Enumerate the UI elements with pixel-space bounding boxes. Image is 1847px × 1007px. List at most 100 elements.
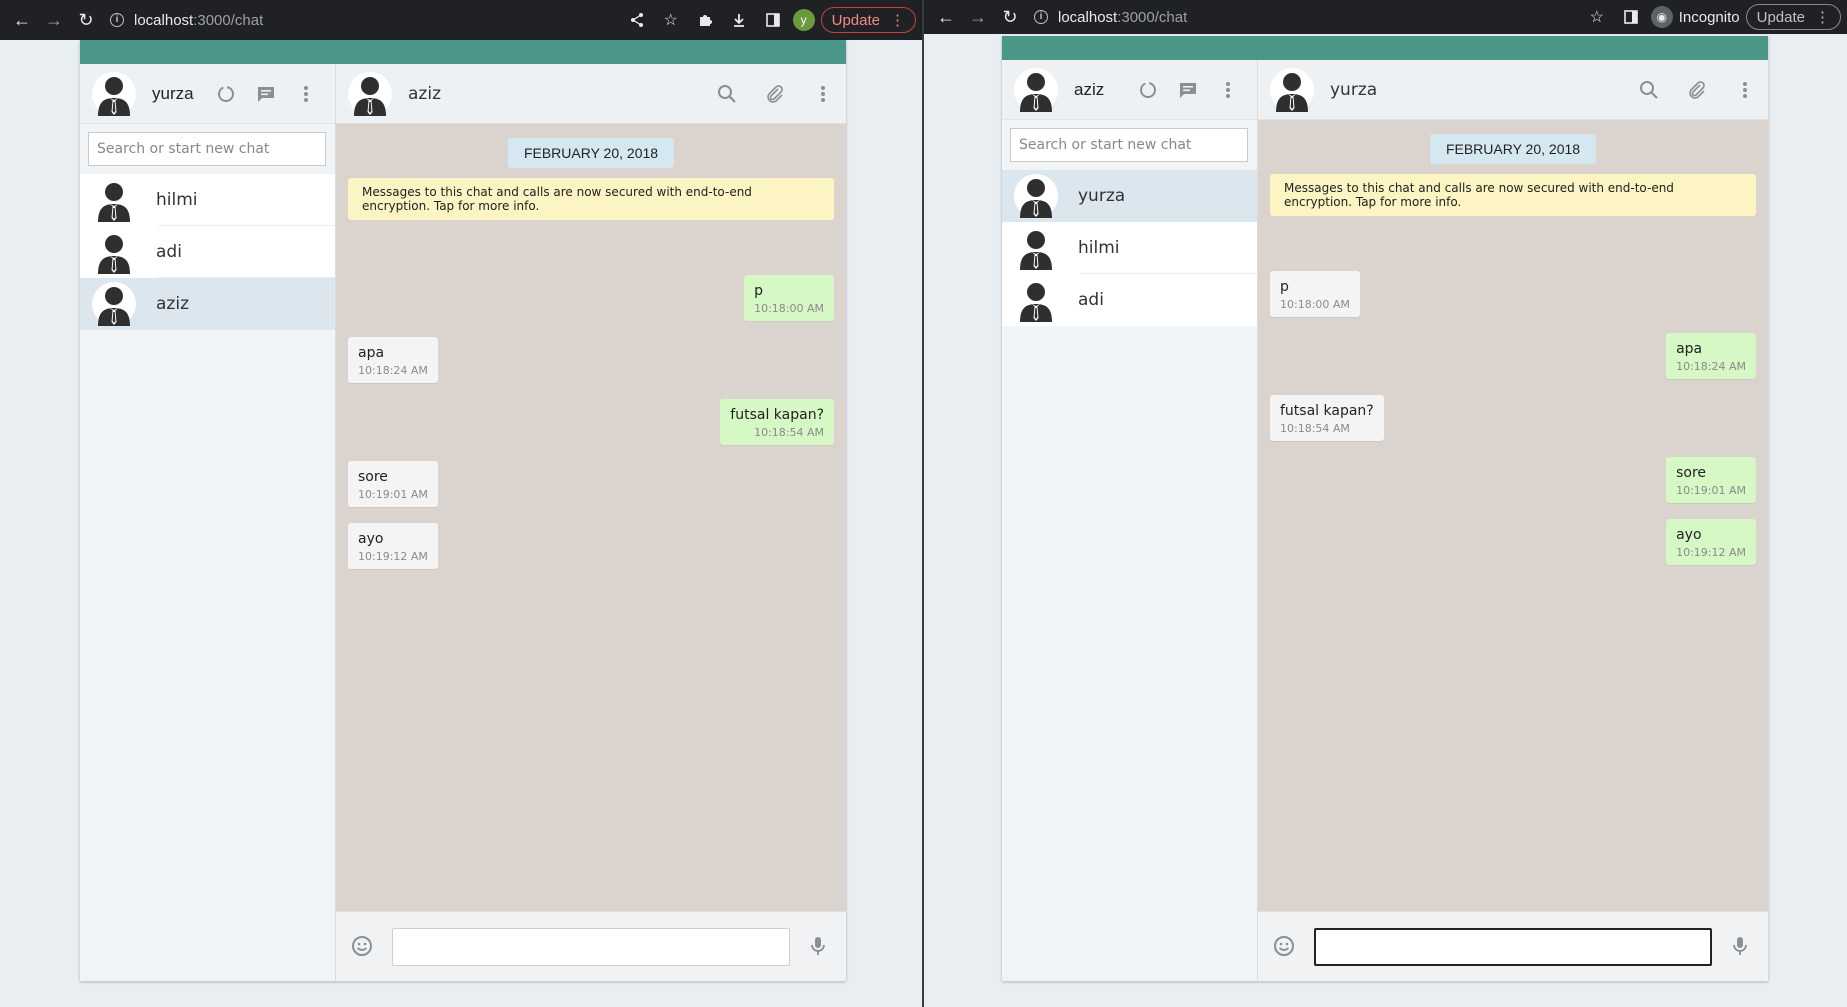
- contact-avatar: [92, 230, 136, 274]
- incognito-label: Incognito: [1678, 8, 1740, 26]
- back-arrow-icon[interactable]: ←: [6, 4, 38, 36]
- chat-panel: yurza FEBRUARY 20, 2018 Messages to this…: [1258, 60, 1768, 981]
- status-icon[interactable]: [1136, 78, 1160, 102]
- contact-name: hilmi: [1078, 238, 1120, 258]
- chat-partner-avatar[interactable]: [1270, 68, 1314, 112]
- contact-avatar: [1014, 278, 1058, 322]
- url-path: :3000/chat: [1117, 8, 1188, 26]
- message-input[interactable]: [1314, 928, 1712, 966]
- screen: ← → ↻ i localhost:3000/chat ☆ y Update …: [0, 0, 1847, 1007]
- search-icon[interactable]: [714, 81, 740, 107]
- message-bubble-incoming: sore 10:19:01 AM: [348, 461, 438, 507]
- new-chat-icon[interactable]: [254, 82, 278, 106]
- left-browser-toolbar: ← → ↻ i localhost:3000/chat ☆ y Update …: [0, 0, 922, 40]
- sidebar-header: yurza: [80, 64, 335, 124]
- contact-item[interactable]: adi: [1002, 274, 1257, 326]
- message-time: 10:18:24 AM: [1676, 360, 1746, 373]
- status-icon[interactable]: [214, 82, 238, 106]
- reload-icon[interactable]: ↻: [70, 4, 102, 36]
- message-text: apa: [358, 345, 385, 361]
- right-browser-window: ← → ↻ i localhost:3000/chat ☆ ◉ Incognit…: [924, 0, 1847, 1007]
- message-time: 10:18:24 AM: [358, 364, 428, 377]
- new-chat-icon[interactable]: [1176, 78, 1200, 102]
- message-time: 10:19:01 AM: [358, 488, 428, 501]
- chat-partner-name: aziz: [408, 83, 441, 104]
- contact-name: adi: [1078, 290, 1104, 310]
- contact-item-active[interactable]: yurza: [1002, 170, 1257, 222]
- message-time: 10:18:54 AM: [1280, 422, 1350, 435]
- chat-menu-icon[interactable]: [810, 81, 836, 107]
- update-label: Update: [1756, 8, 1805, 26]
- side-panel-icon[interactable]: [1617, 3, 1645, 31]
- message-bubble-incoming: ayo 10:19:12 AM: [348, 523, 438, 569]
- url-host: localhost: [134, 11, 194, 29]
- message-text: sore: [1676, 465, 1706, 481]
- contact-avatar: [1014, 226, 1058, 270]
- message-bubble-incoming: p 10:18:00 AM: [1270, 271, 1360, 317]
- contact-name: adi: [156, 242, 182, 262]
- message-text: futsal kapan?: [1280, 403, 1374, 419]
- emoji-icon[interactable]: [1272, 934, 1296, 958]
- forward-arrow-icon[interactable]: →: [962, 1, 994, 33]
- emoji-icon[interactable]: [350, 934, 374, 958]
- attach-icon[interactable]: [1684, 77, 1710, 103]
- microphone-icon[interactable]: [1728, 934, 1752, 958]
- forward-arrow-icon[interactable]: →: [38, 4, 70, 36]
- contact-avatar: [92, 282, 136, 326]
- side-panel-icon[interactable]: [759, 6, 787, 34]
- contact-name: aziz: [156, 294, 189, 314]
- message-time: 10:18:00 AM: [754, 302, 824, 315]
- download-icon[interactable]: [725, 6, 753, 34]
- search-input[interactable]: [88, 132, 326, 166]
- incognito-indicator[interactable]: ◉ Incognito: [1650, 6, 1740, 28]
- search-input[interactable]: [1010, 128, 1248, 162]
- incognito-icon: ◉: [1650, 6, 1673, 28]
- message-composer: [1258, 911, 1768, 981]
- message-text: ayo: [1676, 527, 1702, 543]
- contact-list: yurza hilmi adi: [1002, 170, 1257, 326]
- bookmark-star-icon[interactable]: ☆: [1583, 3, 1611, 31]
- address-bar[interactable]: i localhost:3000/chat: [110, 12, 263, 29]
- message-text: apa: [1676, 341, 1703, 357]
- microphone-icon[interactable]: [806, 934, 830, 958]
- chat-partner-avatar[interactable]: [348, 72, 392, 116]
- user-avatar[interactable]: [1014, 68, 1058, 112]
- extensions-icon[interactable]: [691, 6, 719, 34]
- message-bubble-incoming: futsal kapan? 10:18:54 AM: [1270, 395, 1384, 441]
- site-info-icon[interactable]: i: [1034, 10, 1048, 24]
- app-top-bar: [80, 40, 846, 64]
- chat-header: aziz: [336, 64, 846, 124]
- bookmark-star-icon[interactable]: ☆: [657, 6, 685, 34]
- attach-icon[interactable]: [762, 81, 788, 107]
- contact-item[interactable]: hilmi: [1002, 222, 1257, 274]
- contact-item[interactable]: adi: [80, 226, 335, 278]
- contact-avatar: [1014, 174, 1058, 218]
- chat-app: aziz yurza: [1002, 36, 1768, 981]
- profile-avatar[interactable]: y: [792, 9, 815, 31]
- chat-menu-icon[interactable]: [1732, 77, 1758, 103]
- current-user-name: aziz: [1074, 79, 1105, 99]
- chat-header: yurza: [1258, 60, 1768, 120]
- chat-panel: aziz FEBRUARY 20, 2018 Messages to this …: [336, 64, 846, 981]
- user-avatar[interactable]: [92, 72, 136, 116]
- contact-item[interactable]: hilmi: [80, 174, 335, 226]
- message-input[interactable]: [392, 928, 790, 966]
- encryption-notice[interactable]: Messages to this chat and calls are now …: [348, 178, 834, 220]
- search-icon[interactable]: [1636, 77, 1662, 103]
- menu-icon[interactable]: [1216, 78, 1240, 102]
- message-bubble-incoming: apa 10:18:24 AM: [348, 337, 438, 383]
- update-button[interactable]: Update ⋮: [820, 7, 916, 33]
- search-wrapper: [80, 124, 335, 174]
- address-bar[interactable]: i localhost:3000/chat: [1034, 9, 1187, 26]
- reload-icon[interactable]: ↻: [994, 1, 1026, 33]
- back-arrow-icon[interactable]: ←: [930, 1, 962, 33]
- sidebar-header: aziz: [1002, 60, 1257, 120]
- menu-icon[interactable]: [294, 82, 318, 106]
- site-info-icon[interactable]: i: [110, 13, 124, 27]
- chat-app: yurza hilmi: [80, 40, 846, 981]
- update-button[interactable]: Update ⋮: [1745, 4, 1841, 30]
- share-icon[interactable]: [623, 6, 651, 34]
- message-time: 10:18:00 AM: [1280, 298, 1350, 311]
- encryption-notice[interactable]: Messages to this chat and calls are now …: [1270, 174, 1756, 216]
- contact-item-active[interactable]: aziz: [80, 278, 335, 330]
